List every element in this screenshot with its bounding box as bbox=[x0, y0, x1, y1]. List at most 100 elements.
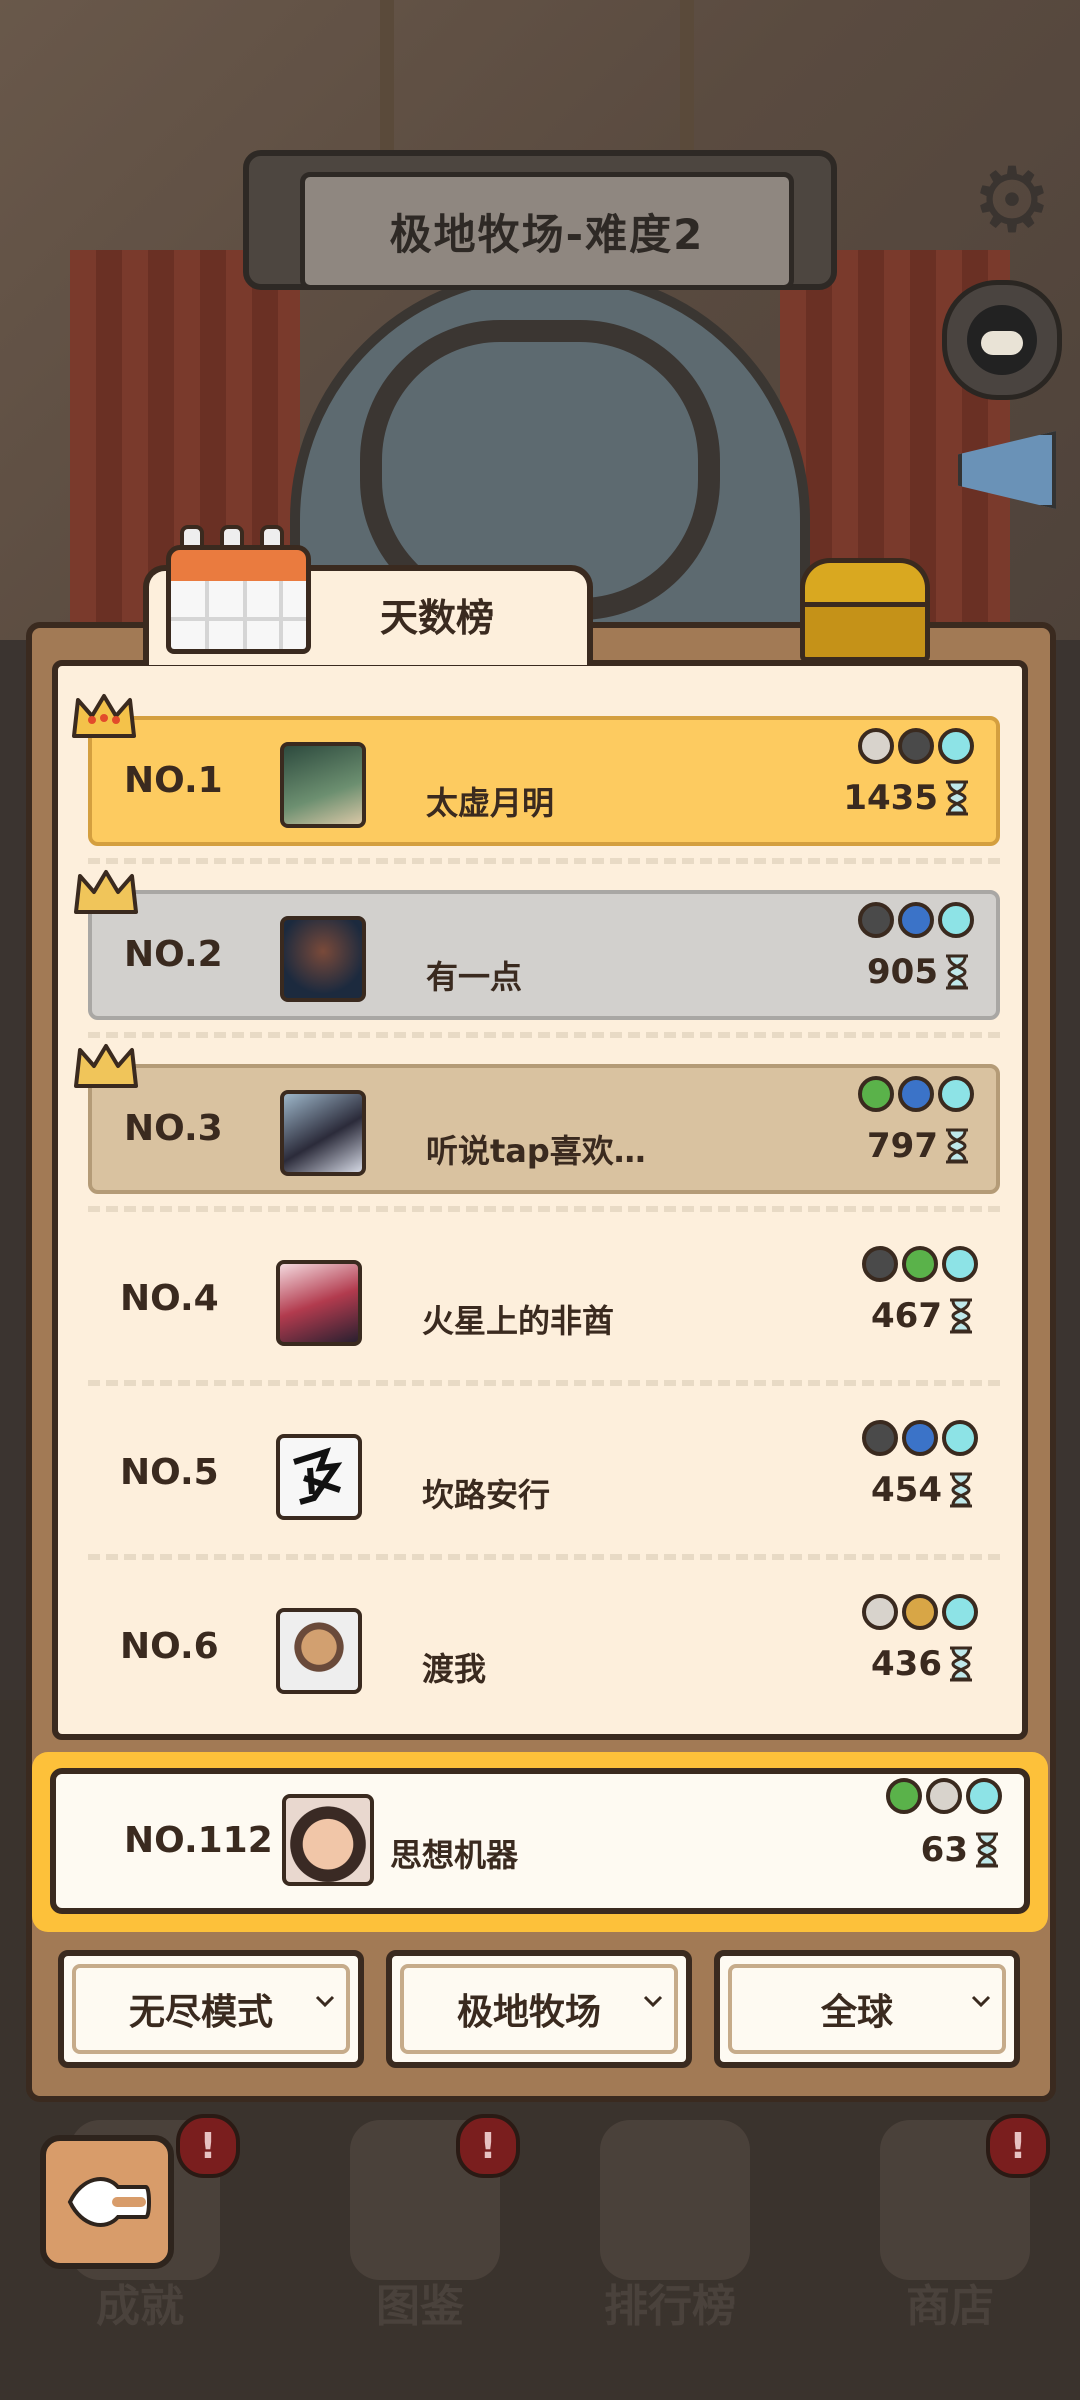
ball-icon bbox=[942, 1246, 978, 1282]
megaphone-icon[interactable] bbox=[952, 420, 1062, 520]
row-divider bbox=[88, 1032, 1000, 1044]
nav-label: 成就 bbox=[96, 2281, 184, 2332]
nav-label: 商店 bbox=[906, 2281, 994, 2332]
ball-icon bbox=[938, 728, 974, 764]
crown-bronze-icon bbox=[74, 1044, 138, 1088]
ball-icon bbox=[858, 728, 894, 764]
ball-icon bbox=[898, 1076, 934, 1112]
table-row[interactable]: NO.2 有一点 905 bbox=[88, 890, 1000, 1020]
alert-badge: ! bbox=[176, 2114, 240, 2178]
qq-icon[interactable] bbox=[942, 280, 1062, 400]
player-name: 有一点 bbox=[426, 958, 523, 996]
nav-label: 排行榜 bbox=[604, 2281, 736, 2332]
hourglass-icon bbox=[976, 1832, 998, 1868]
player-name: 听说tap喜欢… bbox=[426, 1132, 646, 1170]
rank-label: NO.4 bbox=[120, 1278, 219, 1319]
row-divider bbox=[88, 1554, 1000, 1566]
chevron-down-icon bbox=[971, 1995, 991, 2008]
player-name: 思想机器 bbox=[390, 1836, 519, 1874]
avatar bbox=[280, 742, 366, 828]
ball-icon bbox=[938, 902, 974, 938]
region-dropdown[interactable]: 全球 bbox=[714, 1950, 1020, 2068]
back-icon bbox=[67, 2177, 151, 2227]
ball-set bbox=[886, 1778, 1002, 1814]
alert-badge: ! bbox=[986, 2114, 1050, 2178]
mode-dropdown[interactable]: 无尽模式 bbox=[58, 1950, 364, 2068]
player-name: 太虚月明 bbox=[426, 784, 555, 822]
hourglass-icon bbox=[946, 954, 968, 990]
ball-icon bbox=[862, 1420, 898, 1456]
days-score: 1435 bbox=[843, 778, 938, 818]
rank-label: NO.112 bbox=[124, 1820, 273, 1861]
hourglass-icon bbox=[950, 1646, 972, 1682]
title-sign: 极地牧场-难度2 bbox=[300, 172, 794, 290]
ball-icon bbox=[902, 1594, 938, 1630]
treasure-chest-icon[interactable] bbox=[800, 558, 930, 662]
ball-icon bbox=[858, 1076, 894, 1112]
ball-set bbox=[862, 1420, 978, 1456]
table-row[interactable]: NO.4 火星上的非酋 467 bbox=[88, 1238, 1000, 1368]
chevron-down-icon bbox=[315, 1995, 335, 2008]
ball-icon bbox=[862, 1594, 898, 1630]
days-score: 454 bbox=[871, 1470, 942, 1510]
ball-icon bbox=[858, 902, 894, 938]
calendar-icon bbox=[158, 525, 311, 654]
crown-silver-icon bbox=[74, 870, 138, 914]
map-dropdown[interactable]: 极地牧场 bbox=[386, 1950, 692, 2068]
player-name: 坎路安行 bbox=[422, 1476, 551, 1514]
page-title: 极地牧场-难度2 bbox=[389, 209, 705, 259]
crown-gold-icon bbox=[72, 694, 136, 738]
row-divider bbox=[88, 1206, 1000, 1218]
nav-shop[interactable]: ! 商店 bbox=[840, 2114, 1060, 2350]
my-rank-row[interactable]: NO.112 思想机器 63 bbox=[50, 1768, 1030, 1914]
avatar bbox=[282, 1794, 374, 1886]
table-row[interactable]: NO.5 坎路安行 454 bbox=[88, 1412, 1000, 1542]
dropdown-label: 无尽模式 bbox=[128, 1992, 273, 2033]
hourglass-icon bbox=[950, 1298, 972, 1334]
alert-badge: ! bbox=[456, 2114, 520, 2178]
ball-icon bbox=[886, 1778, 922, 1814]
rank-label: NO.2 bbox=[124, 934, 223, 975]
ball-set bbox=[862, 1594, 978, 1630]
dropdown-label: 极地牧场 bbox=[456, 1992, 601, 2033]
table-row[interactable]: NO.6 渡我 436 bbox=[88, 1586, 1000, 1716]
days-score: 467 bbox=[871, 1296, 942, 1336]
days-score: 63 bbox=[920, 1830, 968, 1870]
hourglass-icon bbox=[946, 780, 968, 816]
hourglass-icon bbox=[950, 1472, 972, 1508]
rank-label: NO.1 bbox=[124, 760, 223, 801]
avatar bbox=[276, 1260, 362, 1346]
avatar bbox=[280, 916, 366, 1002]
ball-icon bbox=[966, 1778, 1002, 1814]
days-score: 797 bbox=[867, 1126, 938, 1166]
ball-icon bbox=[898, 728, 934, 764]
tab-label: 天数榜 bbox=[380, 596, 495, 640]
dropdown-label: 全球 bbox=[820, 1992, 893, 2033]
nav-leaderboard[interactable]: 排行榜 bbox=[560, 2120, 780, 2350]
player-name: 渡我 bbox=[422, 1650, 487, 1688]
rank-label: NO.3 bbox=[124, 1108, 223, 1149]
avatar bbox=[276, 1434, 362, 1520]
leaderboard-list[interactable]: NO.1 太虚月明 1435 NO.2 有一点 905 NO.3 听说tap喜欢… bbox=[52, 660, 1028, 1740]
nav-collection[interactable]: ! 图鉴 bbox=[310, 2114, 530, 2350]
gear-icon[interactable]: ⚙ bbox=[962, 148, 1062, 253]
table-row[interactable]: NO.3 听说tap喜欢… 797 bbox=[88, 1064, 1000, 1194]
rank-label: NO.5 bbox=[120, 1452, 219, 1493]
ball-set bbox=[862, 1246, 978, 1282]
ball-set bbox=[858, 728, 974, 764]
avatar bbox=[280, 1090, 366, 1176]
row-divider bbox=[88, 1380, 1000, 1392]
nav-label: 图鉴 bbox=[376, 2281, 464, 2332]
hourglass-icon bbox=[946, 1128, 968, 1164]
avatar bbox=[276, 1608, 362, 1694]
row-divider bbox=[88, 858, 1000, 870]
ball-icon bbox=[938, 1076, 974, 1112]
back-button[interactable] bbox=[40, 2135, 174, 2269]
ball-icon bbox=[942, 1420, 978, 1456]
days-score: 436 bbox=[871, 1644, 942, 1684]
ball-icon bbox=[898, 902, 934, 938]
table-row[interactable]: NO.1 太虚月明 1435 bbox=[88, 716, 1000, 846]
ball-icon bbox=[902, 1420, 938, 1456]
rank-label: NO.6 bbox=[120, 1626, 219, 1667]
ball-icon bbox=[902, 1246, 938, 1282]
